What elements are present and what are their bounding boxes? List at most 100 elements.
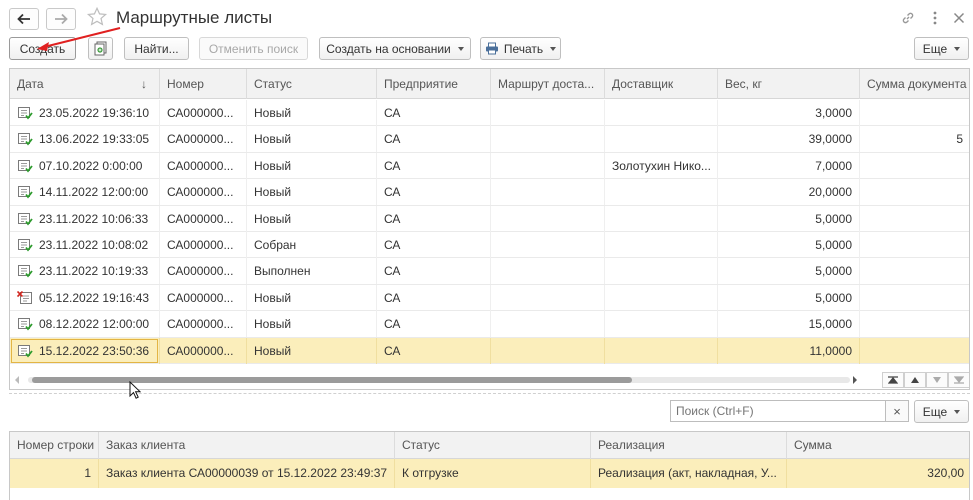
- cell-client-order: Заказ клиента СА00000039 от 15.12.2022 2…: [99, 459, 395, 488]
- column-header-date[interactable]: Дата ↓: [10, 69, 160, 99]
- table-row[interactable]: 23.11.2022 10:06:33 СА000000... Новый СА 5,0…: [10, 205, 969, 232]
- cell-number: СА000000...: [160, 311, 247, 338]
- client-orders-table[interactable]: Номер строки Заказ клиента Статус Реализ…: [9, 431, 970, 500]
- print-button[interactable]: Печать: [480, 37, 561, 60]
- page-title: Маршрутные листы: [116, 8, 273, 27]
- table-row[interactable]: 23.05.2022 19:36:10 СА000000... Новый СА 3,0…: [10, 100, 969, 127]
- forward-button[interactable]: [46, 8, 76, 30]
- scroll-down-button[interactable]: [926, 372, 948, 388]
- section-divider: [9, 393, 970, 394]
- posted-doc-icon: [18, 318, 33, 331]
- table-row[interactable]: 14.11.2022 12:00:00 СА000000... Новый СА 20,…: [10, 179, 969, 206]
- link-icon[interactable]: [900, 10, 916, 26]
- cell-weight: 7,0000: [718, 152, 860, 179]
- cell-status: Новый: [247, 337, 377, 364]
- table-row[interactable]: 23.11.2022 10:08:02 СА000000... Собран СА 5,…: [10, 232, 969, 259]
- posted-doc-icon: [18, 239, 33, 252]
- scroll-first-button[interactable]: [882, 372, 904, 388]
- table-row[interactable]: 1 Заказ клиента СА00000039 от 15.12.2022…: [10, 459, 969, 488]
- copy-button[interactable]: [88, 37, 113, 60]
- cell-document-sum: [860, 206, 969, 232]
- search-input[interactable]: [670, 400, 886, 422]
- column-header-sum[interactable]: Сумма: [787, 432, 969, 459]
- horizontal-scrollbar[interactable]: [10, 369, 969, 389]
- column-header-company[interactable]: Предприятие: [377, 69, 491, 99]
- cancel-search-button[interactable]: Отменить поиск: [199, 37, 308, 60]
- create-button-label: Создать: [19, 41, 66, 56]
- scroll-right-icon[interactable]: [852, 376, 858, 384]
- print-button-label: Печать: [503, 41, 544, 56]
- cell-weight: 5,0000: [718, 258, 860, 285]
- cell-company: СА: [377, 337, 491, 364]
- table-row[interactable]: 08.12.2022 12:00:00 СА000000... Новый СА 15,…: [10, 311, 969, 338]
- cell-line-number: 1: [10, 459, 99, 488]
- find-button[interactable]: Найти...: [124, 37, 189, 60]
- cell-document-sum: [860, 153, 969, 179]
- table-row[interactable]: 13.06.2022 19:33:05 СА000000... Новый СА 39,…: [10, 126, 969, 153]
- cell-status: Выполнен: [247, 258, 377, 285]
- cell-route: [491, 179, 605, 206]
- create-based-on-label: Создать на основании: [326, 41, 451, 56]
- cell-route: [491, 232, 605, 258]
- cell-status: Новый: [247, 179, 377, 206]
- table-row[interactable]: 05.12.2022 19:16:43 СА000000... Новый СА 5,0…: [10, 284, 969, 312]
- column-header-sale[interactable]: Реализация: [591, 432, 787, 459]
- create-based-on-button[interactable]: Создать на основании: [319, 37, 471, 60]
- cell-status: Новый: [247, 311, 377, 338]
- cell-document-sum: 5: [860, 126, 969, 152]
- column-header-line-number[interactable]: Номер строки: [10, 432, 99, 459]
- cell-status: Новый: [247, 126, 377, 153]
- cell-route: [491, 126, 605, 153]
- cell-company: СА: [377, 258, 491, 285]
- cell-number: СА000000...: [160, 337, 247, 364]
- kebab-menu-icon[interactable]: [927, 10, 943, 26]
- column-header-weight[interactable]: Вес, кг: [718, 69, 860, 99]
- cell-courier: [605, 258, 718, 285]
- cell-number: СА000000...: [160, 152, 247, 179]
- scroll-last-button[interactable]: [948, 372, 969, 388]
- cell-route: [491, 205, 605, 232]
- column-header-client-order[interactable]: Заказ клиента: [99, 432, 395, 459]
- chevron-down-icon: [954, 46, 961, 51]
- back-button[interactable]: [9, 8, 39, 30]
- star-icon[interactable]: [86, 6, 108, 28]
- cell-status: Новый: [247, 152, 377, 179]
- close-icon[interactable]: [951, 10, 967, 26]
- column-header-number[interactable]: Номер: [160, 69, 247, 99]
- scrollbar-thumb[interactable]: [32, 377, 632, 383]
- route-sheets-table[interactable]: Дата ↓ Номер Статус Предприятие Маршрут …: [9, 68, 970, 390]
- cell-route: [491, 311, 605, 338]
- create-button[interactable]: Создать: [9, 37, 76, 60]
- cell-document-sum: [860, 311, 969, 337]
- mouse-cursor-icon: [129, 381, 141, 399]
- cell-weight: 15,0000: [718, 311, 860, 338]
- table-header: Дата ↓ Номер Статус Предприятие Маршрут …: [10, 69, 969, 99]
- cell-status: Новый: [247, 284, 377, 311]
- column-header-status[interactable]: Статус: [247, 69, 377, 99]
- clear-icon: ×: [893, 403, 901, 419]
- printer-icon: [485, 42, 498, 55]
- chevron-down-icon: [954, 409, 961, 414]
- cell-company: СА: [377, 152, 491, 179]
- posted-doc-icon: [18, 159, 33, 173]
- table-row[interactable]: 23.11.2022 10:19:33 СА000000... Выполнен СА…: [10, 258, 969, 285]
- cell-status: К отгрузке: [395, 459, 591, 488]
- scroll-left-icon[interactable]: [14, 376, 20, 384]
- table-row[interactable]: 07.10.2022 0:00:00 СА000000... Новый СА Золо…: [10, 152, 969, 180]
- table-row[interactable]: 15.12.2022 23:50:36 СА000000... Новый СА 11,…: [10, 337, 969, 364]
- cell-weight: 11,0000: [718, 337, 860, 364]
- deleted-doc-icon: [17, 290, 32, 304]
- more-button-secondary[interactable]: Еще: [914, 400, 969, 423]
- column-header-status[interactable]: Статус: [395, 432, 591, 459]
- column-header-document-sum[interactable]: Сумма документа: [860, 69, 969, 99]
- search-clear-button[interactable]: ×: [886, 400, 909, 422]
- scroll-up-button[interactable]: [904, 372, 926, 388]
- column-header-courier[interactable]: Доставщик: [605, 69, 718, 99]
- cell-weight: 39,0000: [718, 126, 860, 153]
- more-button[interactable]: Еще: [914, 37, 969, 60]
- cell-company: СА: [377, 205, 491, 232]
- cell-number: СА000000...: [160, 179, 247, 206]
- column-header-route[interactable]: Маршрут доста...: [491, 69, 605, 99]
- cell-weight: 20,0000: [718, 179, 860, 206]
- focused-cell-outline: [11, 338, 158, 363]
